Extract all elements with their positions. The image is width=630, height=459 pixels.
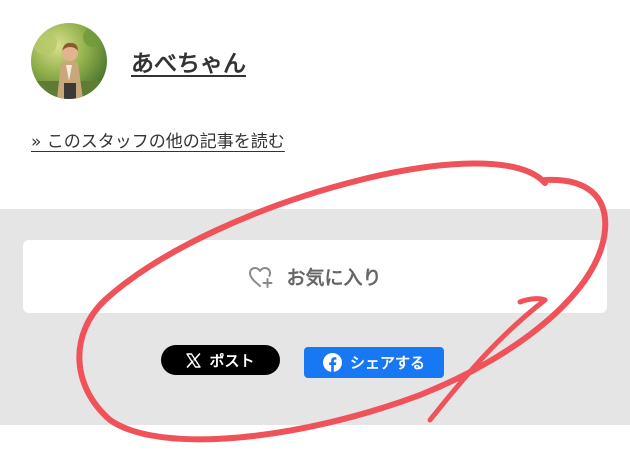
x-post-label: ポスト <box>209 351 255 370</box>
facebook-logo-icon <box>322 353 342 372</box>
favorite-button[interactable]: お気に入り <box>23 240 607 313</box>
x-post-button[interactable]: ポスト <box>161 345 280 375</box>
favorite-label: お気に入り <box>286 267 382 289</box>
page: あべちゃん » このスタッフの他の記事を読む お気に入り ポスト シェアする <box>0 0 630 459</box>
avatar-photo <box>31 23 107 99</box>
facebook-share-label: シェアする <box>349 354 425 372</box>
author-block: あべちゃん <box>31 23 246 99</box>
more-articles-link[interactable]: » このスタッフの他の記事を読む <box>31 127 285 152</box>
x-logo-icon <box>186 352 202 368</box>
avatar[interactable] <box>31 23 107 99</box>
facebook-share-button[interactable]: シェアする <box>304 347 444 378</box>
heart-plus-icon <box>248 265 274 289</box>
author-name-link[interactable]: あべちゃん <box>131 44 246 78</box>
share-section: お気に入り ポスト シェアする <box>0 209 630 425</box>
